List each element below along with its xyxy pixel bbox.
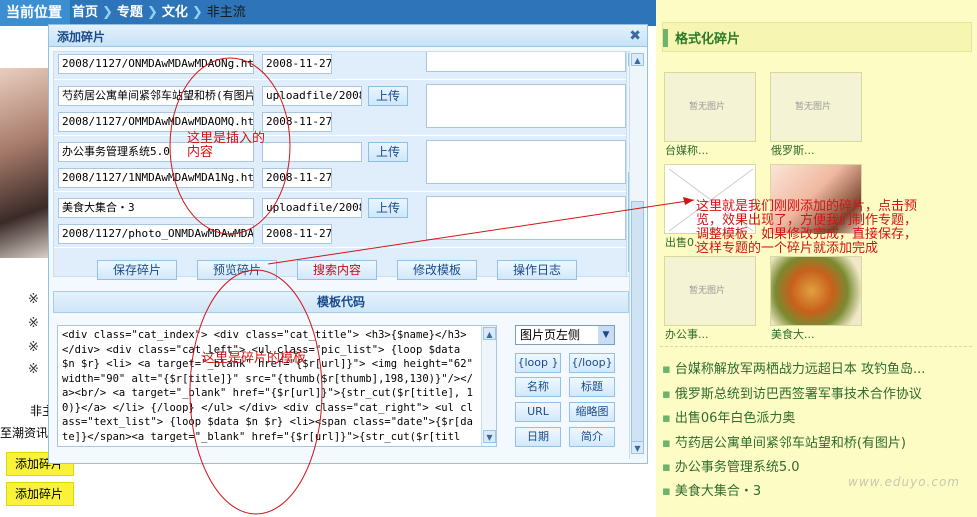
annotation-ellipse (189, 269, 323, 515)
annotation-explain: 这里就是我们刚刚添加的碎片，点击预 览，效果出现了，方便我们制作专题， 调整模板… (696, 199, 918, 256)
annotation-overlay (169, 57, 695, 515)
annotation-template: 这里是碎片的模板 (202, 351, 307, 366)
annotation-inserted: 这里是插入的 内容 (187, 131, 266, 160)
annotation-arrow (267, 199, 695, 265)
annotation-arrowhead (683, 197, 694, 205)
